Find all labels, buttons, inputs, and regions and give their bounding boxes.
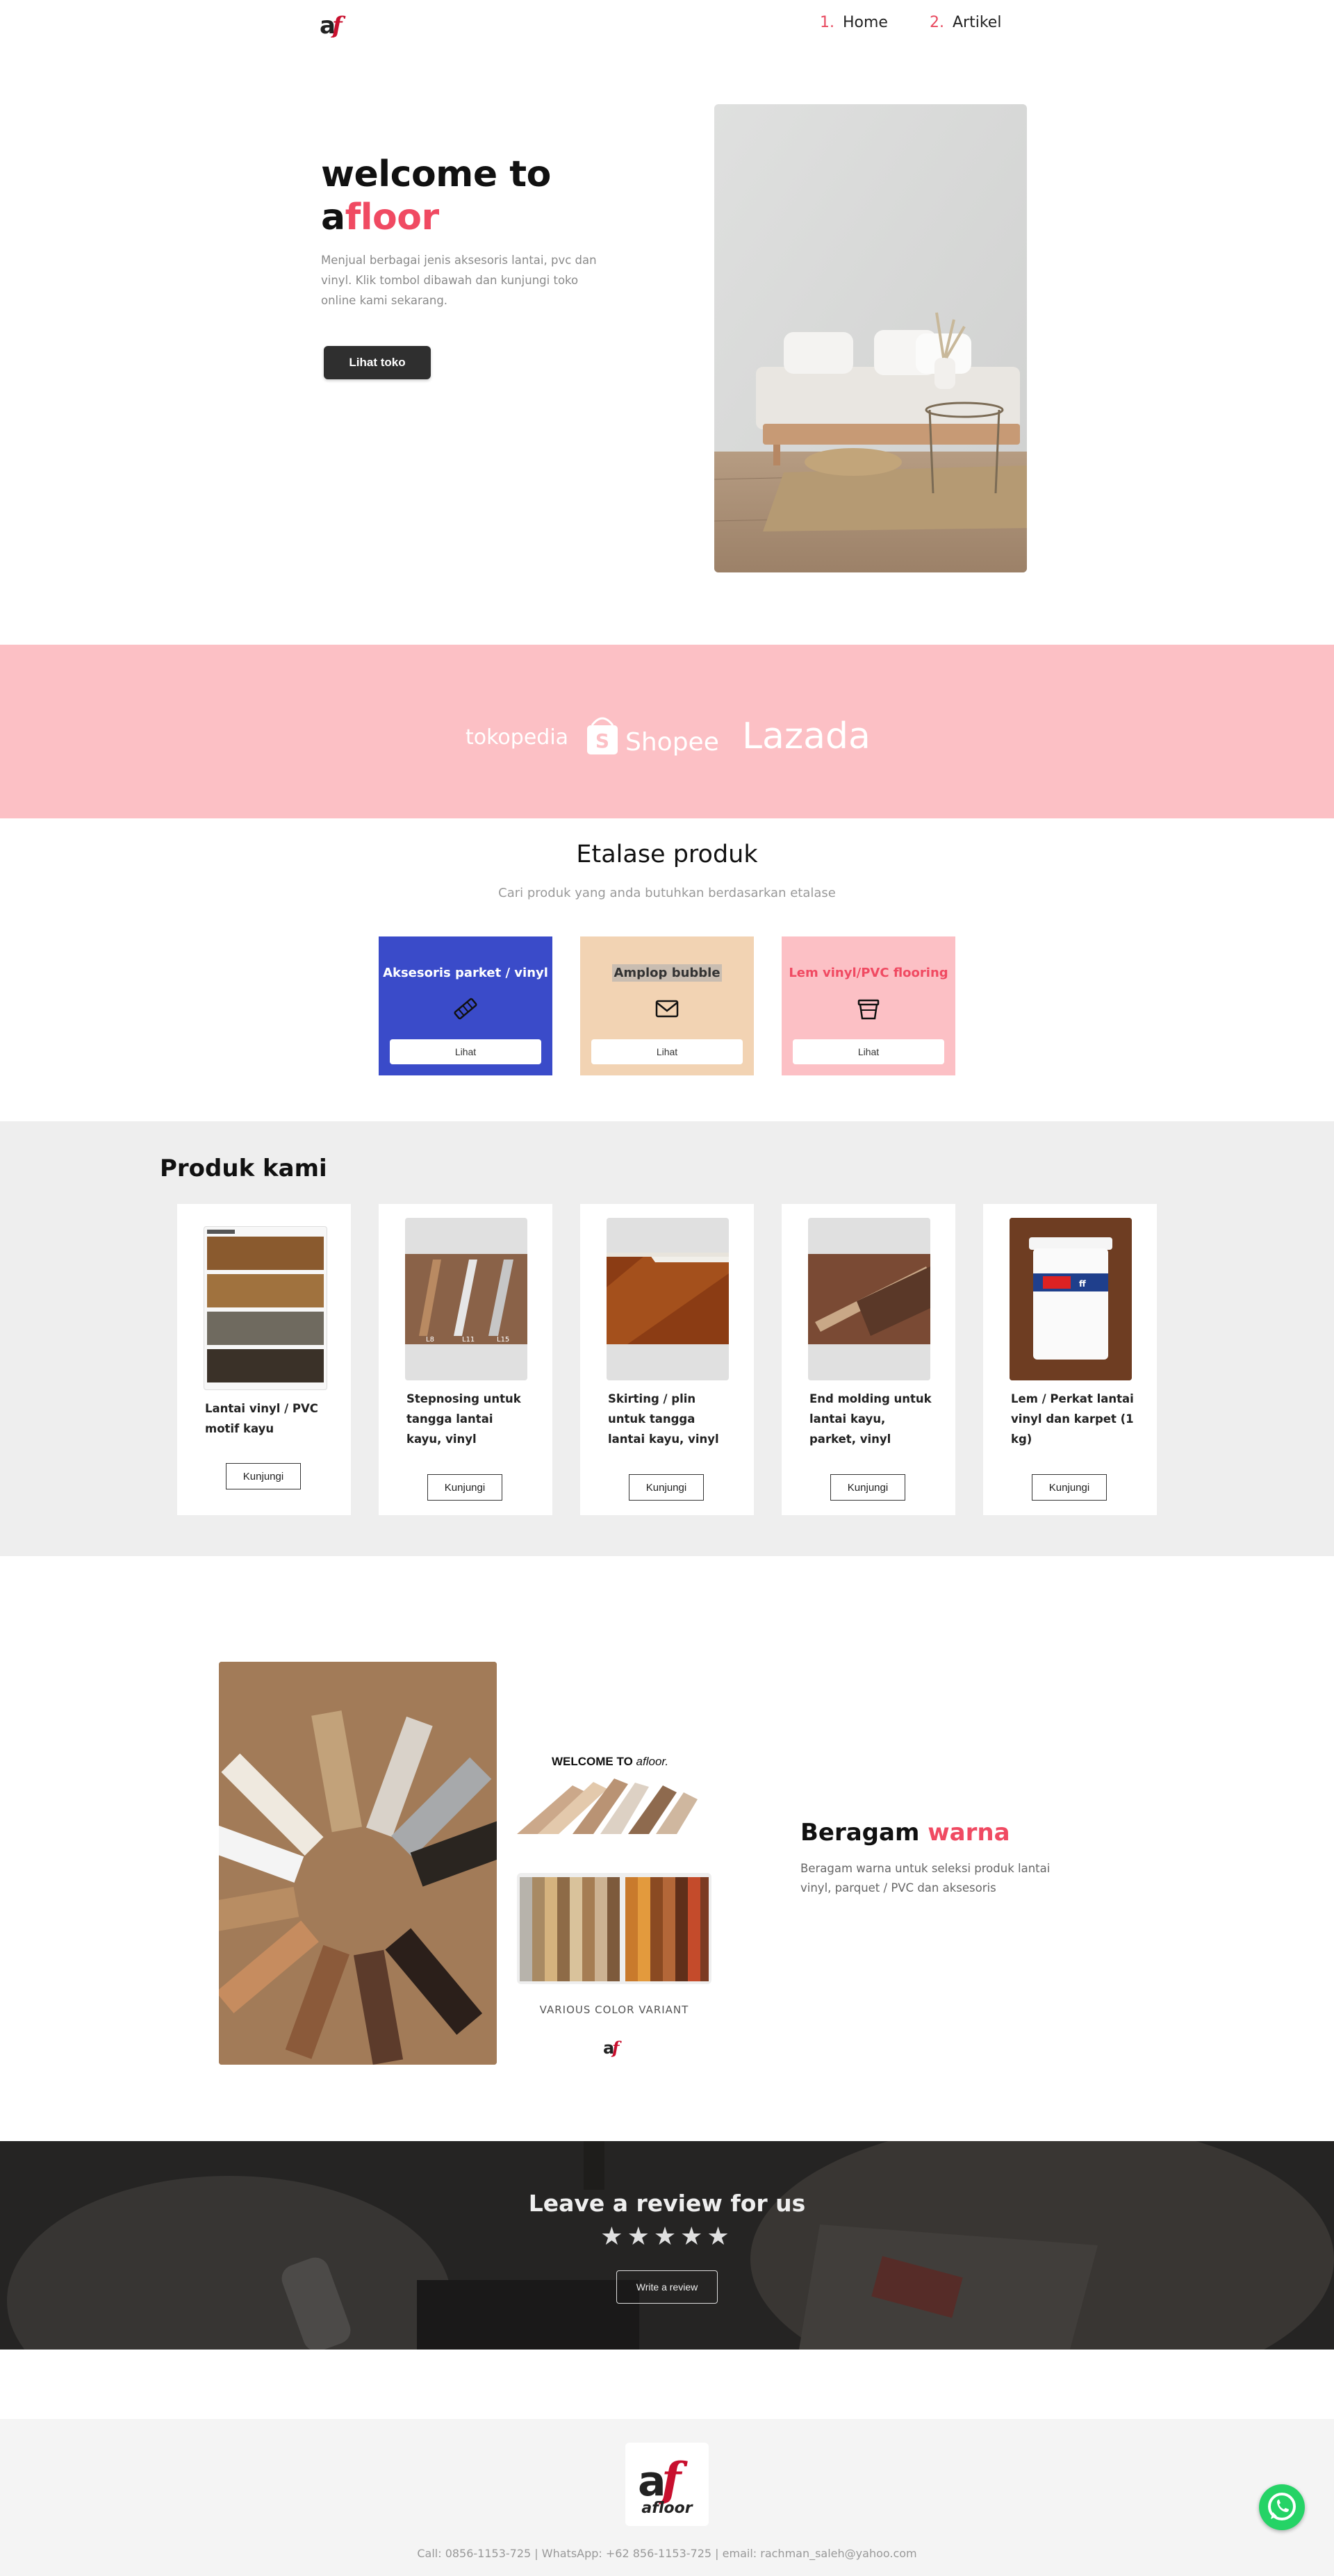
poster-logo-icon: af (603, 2038, 622, 2058)
svg-text:ff: ff (1079, 1279, 1086, 1289)
star-icon[interactable]: ★ (707, 2222, 733, 2250)
category-title: Aksesoris parket / vinyl (383, 966, 548, 980)
poster-caption: VARIOUS COLOR VARIANT (539, 2004, 689, 2016)
hero-title-accent: floor (345, 197, 440, 238)
product-card: End molding untuk lantai kayu, parket, v… (782, 1204, 955, 1515)
produk-title: Produk kami (160, 1155, 327, 1182)
lihat-button[interactable]: Lihat (591, 1039, 743, 1064)
hero-title-line1: welcome to (321, 154, 551, 195)
nav-number: 1. (820, 14, 834, 31)
product-card: Lantai vinyl / PVC motif kayu Kunjungi (177, 1204, 351, 1515)
nav-label: Artikel (953, 14, 1002, 31)
review-section: Leave a review for us ★★★★★ Write a revi… (0, 2141, 1334, 2350)
envelope-icon (653, 995, 681, 1023)
product-name: Stepnosing untuk tangga lantai kayu, vin… (406, 1392, 521, 1446)
kunjungi-button[interactable]: Kunjungi (226, 1463, 301, 1489)
category-card-amplop[interactable]: Amplop bubble Lihat (580, 936, 754, 1075)
product-image-stepnosing[interactable]: L8 L11 L15 (405, 1218, 527, 1380)
product-card: Skirting / plin untuk tangga lantai kayu… (580, 1204, 754, 1515)
svg-text:L11: L11 (462, 1336, 475, 1344)
product-name: Lantai vinyl / PVC motif kayu (205, 1402, 318, 1435)
lihat-toko-button[interactable]: Lihat toko (324, 346, 431, 379)
nav-number: 2. (930, 14, 944, 31)
star-rating[interactable]: ★★★★★ (0, 2222, 1334, 2251)
etalase-subtitle: Cari produk yang anda butuhkan berdasark… (498, 886, 836, 900)
etalase-title: Etalase produk (576, 841, 758, 868)
poster-heading: WELCOME TO afloor. (552, 1755, 669, 1768)
kunjungi-button[interactable]: Kunjungi (830, 1474, 905, 1501)
product-card: L8 L11 L15 Stepnosing untuk tangga lantai … (379, 1204, 552, 1515)
warna-title: Beragam warna (800, 1819, 1010, 1847)
star-icon[interactable]: ★ (680, 2222, 707, 2250)
product-image-end-molding[interactable] (808, 1218, 930, 1380)
product-name: Lem / Perkat lantai vinyl dan karpet (1 … (1011, 1392, 1134, 1446)
footer-logo[interactable]: a f afloor (625, 2443, 709, 2526)
lazada-logo[interactable]: Lazada (742, 716, 871, 757)
kunjungi-button[interactable]: Kunjungi (629, 1474, 704, 1501)
shopee-logo[interactable]: Shopee (625, 728, 719, 757)
warna-text: Beragam warna untuk seleksi produk lanta… (800, 1862, 1051, 1894)
tokopedia-logo[interactable]: tokopedia (466, 725, 568, 750)
product-image-skirting[interactable] (607, 1218, 729, 1380)
star-icon[interactable]: ★ (627, 2222, 654, 2250)
hero-subtitle: Menjual berbagai jenis aksesoris lantai,… (321, 254, 597, 307)
svg-text:f: f (331, 12, 346, 38)
bucket-icon (855, 995, 882, 1023)
hero-sofa-image (714, 104, 1027, 572)
footer-brand: afloor (641, 2500, 693, 2517)
whatsapp-icon[interactable] (1259, 2484, 1305, 2530)
lihat-button[interactable]: Lihat (390, 1039, 541, 1064)
color-samples-photo (219, 1662, 497, 2065)
svg-text:f: f (611, 2038, 622, 2058)
category-card-aksesoris[interactable]: Aksesoris parket / vinyl Lihat (379, 936, 552, 1075)
product-image-lem[interactable]: ff (1010, 1218, 1132, 1380)
nav-label: Home (843, 14, 888, 31)
wood-plank-icon (452, 995, 479, 1023)
lihat-button[interactable]: Lihat (793, 1039, 944, 1064)
star-icon[interactable]: ★ (600, 2222, 627, 2250)
shopee-bag-icon: S (585, 716, 620, 756)
svg-text:L8: L8 (426, 1336, 434, 1344)
kunjungi-button[interactable]: Kunjungi (427, 1474, 502, 1501)
product-card: ff Lem / Perkat lantai vinyl dan karpet … (983, 1204, 1157, 1515)
svg-text:L15: L15 (497, 1336, 509, 1344)
category-card-lem[interactable]: Lem vinyl/PVC flooring Lihat (782, 936, 955, 1075)
hero-title: welcome to afloor (321, 153, 551, 239)
svg-text:S: S (595, 729, 609, 752)
brand-logo[interactable]: a f (320, 10, 350, 40)
nav-item-artikel[interactable]: 2. Artikel (930, 14, 1001, 31)
product-image-vinyl[interactable] (204, 1226, 327, 1390)
footer-contact: Call: 0856-1153-725 | WhatsApp: +62 856-… (417, 2547, 917, 2560)
svg-text:f: f (659, 2452, 688, 2507)
hero-title-prefix: a (321, 197, 345, 238)
category-title: Amplop bubble (612, 964, 722, 982)
nav-item-home[interactable]: 1. Home (820, 14, 888, 31)
product-name: Skirting / plin untuk tangga lantai kayu… (608, 1392, 719, 1446)
category-title: Lem vinyl/PVC flooring (789, 966, 948, 980)
review-title: Leave a review for us (528, 2190, 806, 2217)
star-icon[interactable]: ★ (654, 2222, 680, 2250)
kunjungi-button[interactable]: Kunjungi (1032, 1474, 1107, 1501)
product-name: End molding untuk lantai kayu, parket, v… (809, 1392, 932, 1446)
color-variant-poster: WELCOME TO afloor. VARIOUS COLOR VARIANT… (517, 1730, 711, 2070)
write-review-button[interactable]: Write a review (616, 2270, 718, 2304)
